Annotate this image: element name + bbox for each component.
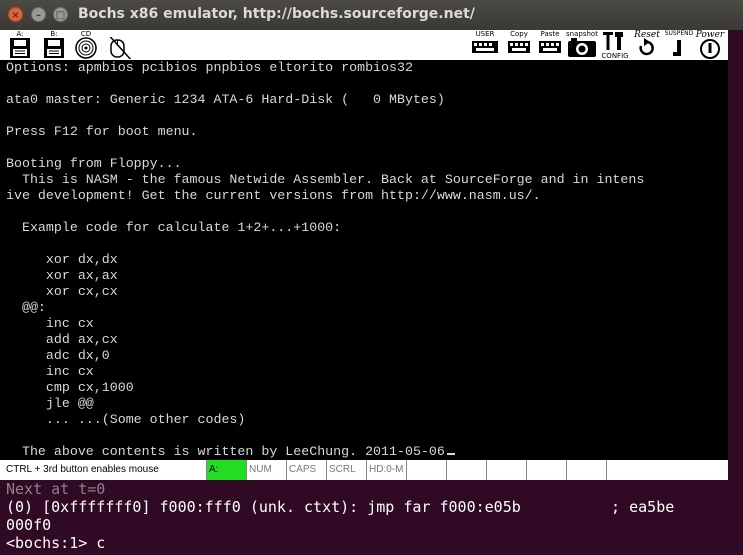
screen-line: Example code for calculate 1+2+...+1000:	[6, 220, 342, 235]
copy-icon	[508, 41, 530, 53]
status-cell	[406, 460, 446, 480]
config-label: CONFIG	[601, 52, 629, 60]
console-prompt[interactable]: <bochs:1> c	[0, 534, 743, 552]
status-caps: CAPS	[286, 460, 326, 480]
floppy-b-button[interactable]: B:	[40, 30, 68, 60]
screen-line: xor dx,dx	[6, 252, 118, 267]
paste-button[interactable]: Paste	[536, 30, 564, 60]
suspend-button[interactable]: SUSPEND	[664, 30, 694, 60]
screen-line: add ax,cx	[6, 332, 118, 347]
reset-icon	[639, 38, 654, 56]
power-button[interactable]: Power	[694, 30, 726, 60]
status-hd: HD:0-M	[366, 460, 406, 480]
minimize-icon[interactable]: –	[31, 7, 46, 22]
text-cursor	[446, 453, 455, 455]
console-line: (0) [0xfffffff0] f000:fff0 (unk. ctxt): …	[6, 498, 675, 516]
suspend-label: SUSPEND	[664, 30, 694, 37]
status-bar: CTRL + 3rd button enables mouse A: NUM C…	[0, 460, 728, 480]
cdrom-icon	[75, 37, 97, 59]
console-line: 000f0	[6, 516, 52, 534]
screen-line: This is NASM - the famous Netwide Assemb…	[6, 172, 645, 187]
debugger-console[interactable]: Next at t=0 (0) [0xfffffff0] f000:fff0 (…	[0, 480, 743, 555]
mouse-button[interactable]	[104, 30, 132, 60]
status-cell	[566, 460, 606, 480]
screen-line: cmp cx,1000	[6, 380, 134, 395]
screen-line: xor ax,ax	[6, 268, 118, 283]
floppy-a-icon	[10, 38, 30, 58]
screen-line: Press F12 for boot menu.	[6, 124, 198, 139]
screen-text: Options: apmbios pcibios pnpbios eltorit…	[0, 60, 728, 460]
status-cell	[446, 460, 486, 480]
window-titlebar: × – □ Bochs x86 emulator, http://bochs.s…	[0, 0, 743, 30]
screen-line: inc cx	[6, 364, 94, 379]
screen-line: The above contents is written by LeeChun…	[6, 444, 445, 459]
screen-line: ... ...(Some other codes)	[6, 412, 246, 427]
config-icon	[603, 32, 623, 50]
screen-line: ive development! Get the current version…	[6, 188, 541, 203]
snapshot-icon	[568, 38, 596, 57]
terminal-edge	[728, 30, 743, 480]
paste-icon	[539, 41, 561, 53]
copy-button[interactable]: Copy	[505, 30, 533, 60]
reset-button[interactable]: Reset	[630, 30, 664, 60]
status-cell	[606, 460, 728, 480]
status-floppy-a: A:	[206, 460, 246, 480]
user-button[interactable]: USER	[470, 30, 500, 60]
screen-line: ata0 master: Generic 1234 ATA-6 Hard-Dis…	[6, 92, 445, 107]
emulator-screen[interactable]: Options: apmbios pcibios pnpbios eltorit…	[0, 60, 728, 460]
close-icon[interactable]: ×	[8, 7, 23, 22]
user-icon	[472, 41, 498, 53]
floppy-b-icon	[44, 38, 64, 58]
maximize-icon[interactable]: □	[53, 7, 68, 22]
config-button[interactable]: CONFIG	[600, 30, 630, 60]
power-icon	[700, 39, 720, 59]
screen-line: Booting from Floppy...	[6, 156, 182, 171]
floppy-a-button[interactable]: A:	[6, 30, 34, 60]
status-scrl: SCRL	[326, 460, 366, 480]
status-message: CTRL + 3rd button enables mouse	[6, 464, 159, 475]
screen-line: jle @@	[6, 396, 94, 411]
status-cell	[486, 460, 526, 480]
bochs-toolbar: A: B: CD USER Copy Paste snapshot CONFIG…	[0, 30, 728, 60]
suspend-icon	[673, 40, 681, 56]
status-num: NUM	[246, 460, 286, 480]
mouse-icon	[109, 37, 132, 59]
cdrom-button[interactable]: CD	[72, 30, 100, 60]
console-line-dim: Next at t=0	[6, 480, 106, 498]
screen-line: inc cx	[6, 316, 94, 331]
screen-line: adc dx,0	[6, 348, 110, 363]
screen-line: Options: apmbios pcibios pnpbios eltorit…	[6, 60, 413, 75]
screen-line: xor cx,cx	[6, 284, 118, 299]
screen-line: @@:	[6, 300, 46, 315]
window-title: Bochs x86 emulator, http://bochs.sourcef…	[78, 6, 475, 22]
status-cell	[526, 460, 566, 480]
snapshot-button[interactable]: snapshot	[565, 30, 599, 60]
